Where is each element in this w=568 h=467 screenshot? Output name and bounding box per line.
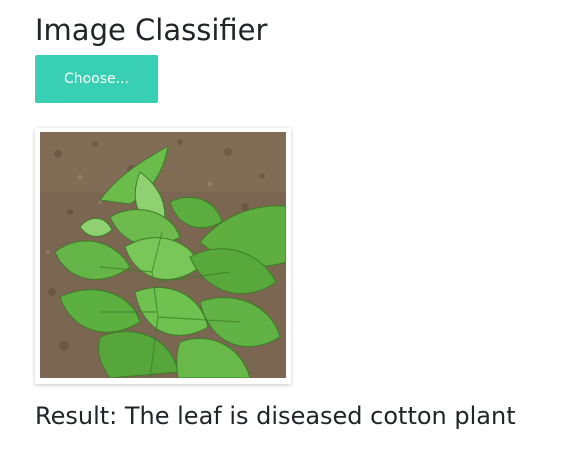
page-title: Image Classifier	[35, 13, 268, 47]
image-preview	[35, 128, 291, 384]
result-text: Result: The leaf is diseased cotton plan…	[35, 402, 516, 430]
choose-file-button[interactable]: Choose...	[35, 55, 158, 103]
uploaded-image	[40, 132, 286, 378]
